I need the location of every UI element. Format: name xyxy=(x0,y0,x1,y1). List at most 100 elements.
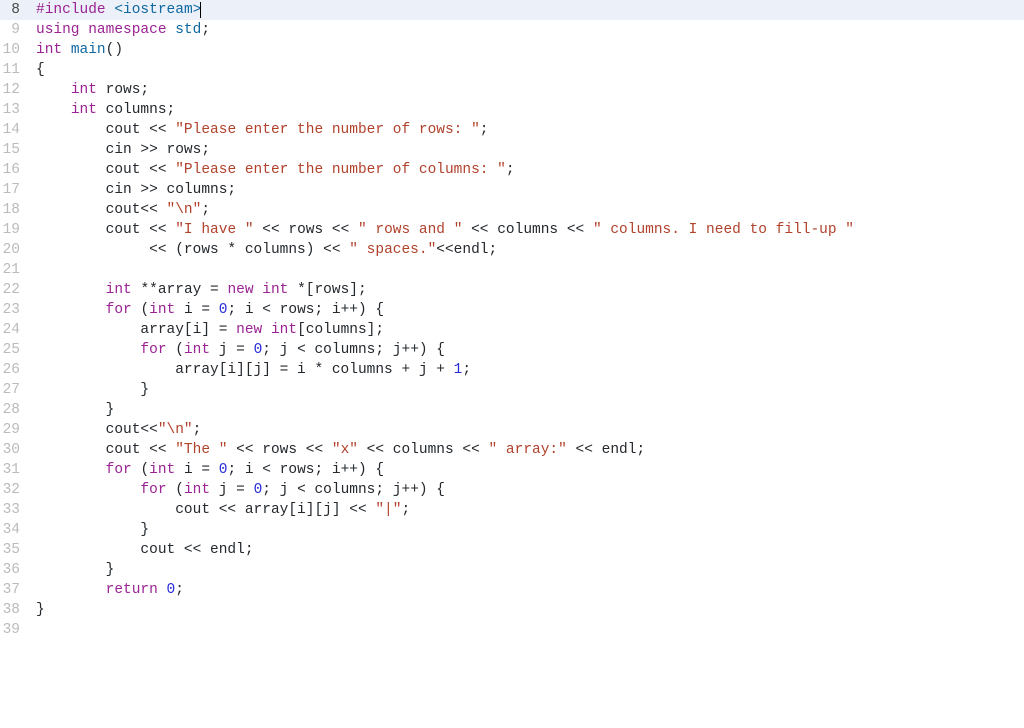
code-content[interactable]: } xyxy=(30,400,1024,420)
code-line[interactable]: 30 cout << "The " << rows << "x" << colu… xyxy=(0,440,1024,460)
code-line[interactable]: 27 } xyxy=(0,380,1024,400)
code-line[interactable]: 10int main() xyxy=(0,40,1024,60)
code-content[interactable]: array[i][j] = i * columns + j + 1; xyxy=(30,360,1024,380)
code-token: columns; xyxy=(106,102,176,118)
code-token: for xyxy=(106,462,141,478)
code-content[interactable]: cout << endl; xyxy=(30,540,1024,560)
code-line[interactable]: 11{ xyxy=(0,60,1024,80)
code-token: { xyxy=(36,62,45,78)
code-content[interactable]: int main() xyxy=(30,40,1024,60)
code-line[interactable]: 35 cout << endl; xyxy=(0,540,1024,560)
code-line[interactable]: 39 xyxy=(0,620,1024,640)
code-content[interactable]: cout << "The " << rows << "x" << columns… xyxy=(30,440,1024,460)
code-content[interactable]: for (int j = 0; j < columns; j++) { xyxy=(30,340,1024,360)
code-line[interactable]: 17 cin >> columns; xyxy=(0,180,1024,200)
code-content[interactable]: cout<<"\n"; xyxy=(30,420,1024,440)
code-line[interactable]: 33 cout << array[i][j] << "|"; xyxy=(0,500,1024,520)
code-token: () xyxy=(106,42,123,58)
code-token: int xyxy=(106,282,141,298)
code-content[interactable]: << (rows * columns) << " spaces."<<endl; xyxy=(30,240,1024,260)
code-content[interactable]: array[i] = new int[columns]; xyxy=(30,320,1024,340)
code-token: <iostream> xyxy=(114,2,201,18)
code-token: << columns << xyxy=(462,222,593,238)
code-line[interactable]: 21 xyxy=(0,260,1024,280)
code-line[interactable]: 22 int **array = new int *[rows]; xyxy=(0,280,1024,300)
code-line[interactable]: 23 for (int i = 0; i < rows; i++) { xyxy=(0,300,1024,320)
code-line[interactable]: 19 cout << "I have " << rows << " rows a… xyxy=(0,220,1024,240)
code-line[interactable]: 14 cout << "Please enter the number of r… xyxy=(0,120,1024,140)
line-number: 20 xyxy=(0,240,30,260)
code-line[interactable]: 20 << (rows * columns) << " spaces."<<en… xyxy=(0,240,1024,260)
code-token: int xyxy=(271,322,297,338)
code-token: "I have " xyxy=(175,222,253,238)
code-token: cout << endl; xyxy=(36,542,254,558)
code-line[interactable]: 37 return 0; xyxy=(0,580,1024,600)
code-token: #include xyxy=(36,2,114,18)
code-token: << columns << xyxy=(358,442,489,458)
code-content[interactable]: cin >> rows; xyxy=(30,140,1024,160)
code-token: rows; xyxy=(106,82,150,98)
code-token: " rows and " xyxy=(358,222,462,238)
code-line[interactable]: 18 cout<< "\n"; xyxy=(0,200,1024,220)
line-number: 36 xyxy=(0,560,30,580)
code-content[interactable]: using namespace std; xyxy=(30,20,1024,40)
code-token: "x" xyxy=(332,442,358,458)
code-content[interactable]: cout << "Please enter the number of rows… xyxy=(30,120,1024,140)
code-line[interactable]: 26 array[i][j] = i * columns + j + 1; xyxy=(0,360,1024,380)
code-content[interactable]: #include <iostream> xyxy=(30,0,1024,20)
code-line[interactable]: 29 cout<<"\n"; xyxy=(0,420,1024,440)
code-content[interactable]: int rows; xyxy=(30,80,1024,100)
code-line[interactable]: 16 cout << "Please enter the number of c… xyxy=(0,160,1024,180)
code-line[interactable]: 36 } xyxy=(0,560,1024,580)
code-token: ; xyxy=(201,22,210,38)
code-line[interactable]: 32 for (int j = 0; j < columns; j++) { xyxy=(0,480,1024,500)
code-token: int xyxy=(149,302,184,318)
code-content[interactable]: for (int j = 0; j < columns; j++) { xyxy=(30,480,1024,500)
code-token: i = xyxy=(184,462,219,478)
code-line[interactable]: 9using namespace std; xyxy=(0,20,1024,40)
code-content[interactable] xyxy=(30,620,1024,640)
code-token: ; j < columns; j++) { xyxy=(262,342,445,358)
code-token: int xyxy=(262,282,297,298)
code-token: 0 xyxy=(167,582,176,598)
code-content[interactable]: cout<< "\n"; xyxy=(30,200,1024,220)
code-token: } xyxy=(36,522,149,538)
code-line[interactable]: 13 int columns; xyxy=(0,100,1024,120)
code-token: ( xyxy=(140,462,149,478)
code-editor[interactable]: 8#include <iostream>9using namespace std… xyxy=(0,0,1024,640)
code-content[interactable]: } xyxy=(30,520,1024,540)
code-content[interactable]: for (int i = 0; i < rows; i++) { xyxy=(30,300,1024,320)
code-content[interactable]: return 0; xyxy=(30,580,1024,600)
code-line[interactable]: 31 for (int i = 0; i < rows; i++) { xyxy=(0,460,1024,480)
code-line[interactable]: 38} xyxy=(0,600,1024,620)
code-token: **array = xyxy=(140,282,227,298)
line-number: 24 xyxy=(0,320,30,340)
code-line[interactable]: 24 array[i] = new int[columns]; xyxy=(0,320,1024,340)
code-content[interactable]: int **array = new int *[rows]; xyxy=(30,280,1024,300)
code-content[interactable]: { xyxy=(30,60,1024,80)
code-content[interactable]: } xyxy=(30,380,1024,400)
code-token: cin >> columns; xyxy=(36,182,236,198)
code-content[interactable]: cout << "I have " << rows << " rows and … xyxy=(30,220,1024,240)
code-content[interactable]: cout << array[i][j] << "|"; xyxy=(30,500,1024,520)
code-content[interactable]: cin >> columns; xyxy=(30,180,1024,200)
code-token: "\n" xyxy=(158,422,193,438)
code-content[interactable]: } xyxy=(30,560,1024,580)
text-cursor xyxy=(200,2,201,18)
code-line[interactable]: 25 for (int j = 0; j < columns; j++) { xyxy=(0,340,1024,360)
code-content[interactable]: cout << "Please enter the number of colu… xyxy=(30,160,1024,180)
code-line[interactable]: 15 cin >> rows; xyxy=(0,140,1024,160)
code-token: using xyxy=(36,22,88,38)
code-line[interactable]: 34 } xyxy=(0,520,1024,540)
code-token xyxy=(36,302,106,318)
code-content[interactable] xyxy=(30,260,1024,280)
code-content[interactable]: for (int i = 0; i < rows; i++) { xyxy=(30,460,1024,480)
code-line[interactable]: 12 int rows; xyxy=(0,80,1024,100)
code-content[interactable]: } xyxy=(30,600,1024,620)
code-line[interactable]: 28 } xyxy=(0,400,1024,420)
code-content[interactable]: int columns; xyxy=(30,100,1024,120)
code-line[interactable]: 8#include <iostream> xyxy=(0,0,1024,20)
line-number: 21 xyxy=(0,260,30,280)
code-token xyxy=(36,582,106,598)
line-number: 37 xyxy=(0,580,30,600)
